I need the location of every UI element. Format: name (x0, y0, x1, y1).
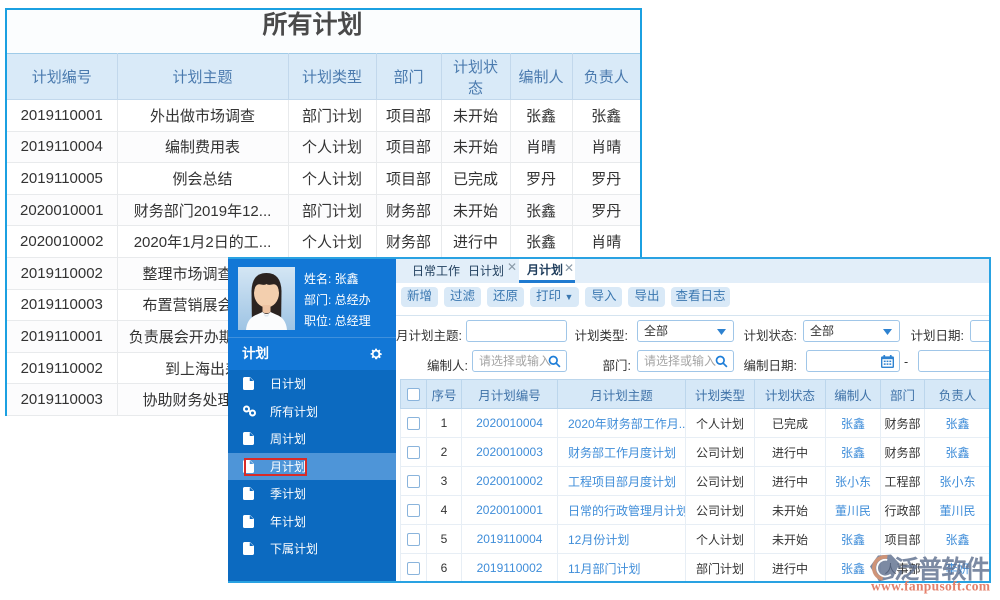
svg-text:www.fanpusoft.com: www.fanpusoft.com (871, 579, 991, 594)
